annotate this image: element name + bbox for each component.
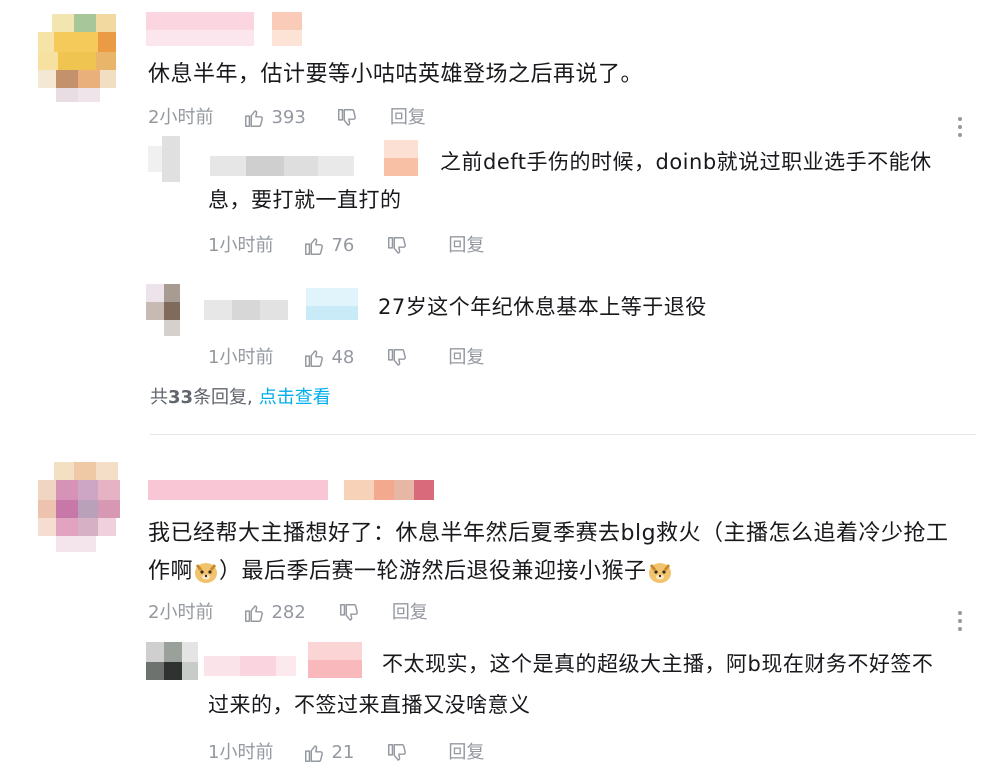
thumbs-down-icon (388, 744, 407, 761)
thumbs-down-icon (388, 237, 407, 254)
comment-text-part-a: 作啊 (148, 559, 194, 584)
username[interactable] (146, 12, 328, 50)
more-vertical-icon[interactable] (957, 117, 963, 141)
reply-text: 不太现实，这个是真的超级大主播，阿b现在财务不好签不 (382, 652, 934, 676)
reply-actions: 1小时前 76 回复 (208, 235, 484, 257)
dislike-button[interactable] (338, 602, 360, 624)
avatar[interactable] (38, 14, 128, 104)
comment-text-part-b: ）最后季后赛一轮游然后退役兼迎接小猴子 (219, 559, 647, 584)
reply-summary-prefix: 共 (150, 387, 168, 408)
reply-avatar[interactable] (148, 136, 194, 182)
like-button[interactable]: 21 (303, 742, 354, 764)
reply-actions: 1小时前 21 回复 (208, 742, 484, 764)
dislike-button[interactable] (386, 347, 408, 369)
avatar[interactable] (38, 462, 130, 554)
dislike-button[interactable] (336, 107, 358, 129)
reply-actions: 1小时前 48 回复 (208, 347, 484, 369)
thumbs-up-icon (245, 110, 264, 127)
timestamp: 2小时前 (148, 602, 214, 623)
timestamp: 1小时前 (208, 347, 274, 368)
reply-summary: 共 33 条回复, 点击查看 (150, 389, 331, 407)
timestamp: 1小时前 (208, 235, 274, 256)
reply-username[interactable] (204, 642, 364, 682)
reply-username[interactable] (204, 288, 364, 326)
reply-text-line2: 息，要打就一直打的 (208, 188, 402, 212)
reply-text: 之前deft手伤的时候，doinb就说过职业选手不能休 (440, 150, 932, 174)
dislike-button[interactable] (386, 742, 408, 764)
reply-avatar[interactable] (146, 284, 192, 336)
reply-text: 27岁这个年纪休息基本上等于退役 (378, 295, 707, 319)
like-count: 76 (331, 235, 355, 256)
thumbs-up-icon (305, 350, 324, 367)
reply-text-line2: 过来的，不签过来直播又没啥意义 (208, 693, 531, 717)
reply-summary-count: 33 (168, 387, 194, 408)
like-button[interactable]: 393 (243, 107, 306, 129)
doge-emoji-icon (648, 563, 671, 583)
reply-username[interactable] (210, 140, 420, 178)
comment-actions: 2小时前 393 回复 (148, 107, 426, 129)
reply-button[interactable]: 回复 (448, 349, 484, 367)
like-count: 21 (331, 742, 355, 763)
comment-text-line2: 作啊 ）最后季后赛一轮游然后退役兼迎接小猴子 (148, 560, 673, 584)
thumbs-up-icon (305, 745, 324, 762)
timestamp: 1小时前 (208, 742, 274, 763)
reply-button[interactable]: 回复 (390, 109, 426, 127)
reply-button[interactable]: 回复 (448, 237, 484, 255)
comment-text: 我已经帮大主播想好了：休息半年然后夏季赛去blg救火（主播怎么追着冷少抢工 (148, 521, 949, 546)
reply-avatar[interactable] (146, 642, 198, 682)
reply-button[interactable]: 回复 (448, 744, 484, 762)
dislike-button[interactable] (386, 235, 408, 257)
comment-text: 休息半年，估计要等小咕咕英雄登场之后再说了。 (148, 62, 644, 87)
thumbs-up-icon (245, 605, 264, 622)
comment-actions: 2小时前 282 回复 (148, 602, 428, 624)
doge-emoji-icon (195, 563, 218, 583)
like-button[interactable]: 48 (303, 347, 354, 369)
comment-divider (150, 434, 976, 435)
like-count: 282 (271, 602, 306, 623)
username[interactable] (148, 480, 438, 504)
timestamp: 2小时前 (148, 107, 214, 128)
reply-button[interactable]: 回复 (392, 604, 428, 622)
thumbs-down-icon (388, 349, 407, 366)
thumbs-down-icon (337, 109, 356, 126)
like-button[interactable]: 282 (243, 602, 306, 624)
thumbs-down-icon (339, 604, 358, 621)
reply-summary-suffix: 条回复, (193, 387, 253, 408)
thumbs-up-icon (305, 238, 324, 255)
like-button[interactable]: 76 (303, 235, 354, 257)
view-all-replies-link[interactable]: 点击查看 (259, 389, 331, 407)
like-count: 48 (331, 347, 355, 368)
more-vertical-icon[interactable] (957, 611, 963, 635)
like-count: 393 (271, 107, 306, 128)
